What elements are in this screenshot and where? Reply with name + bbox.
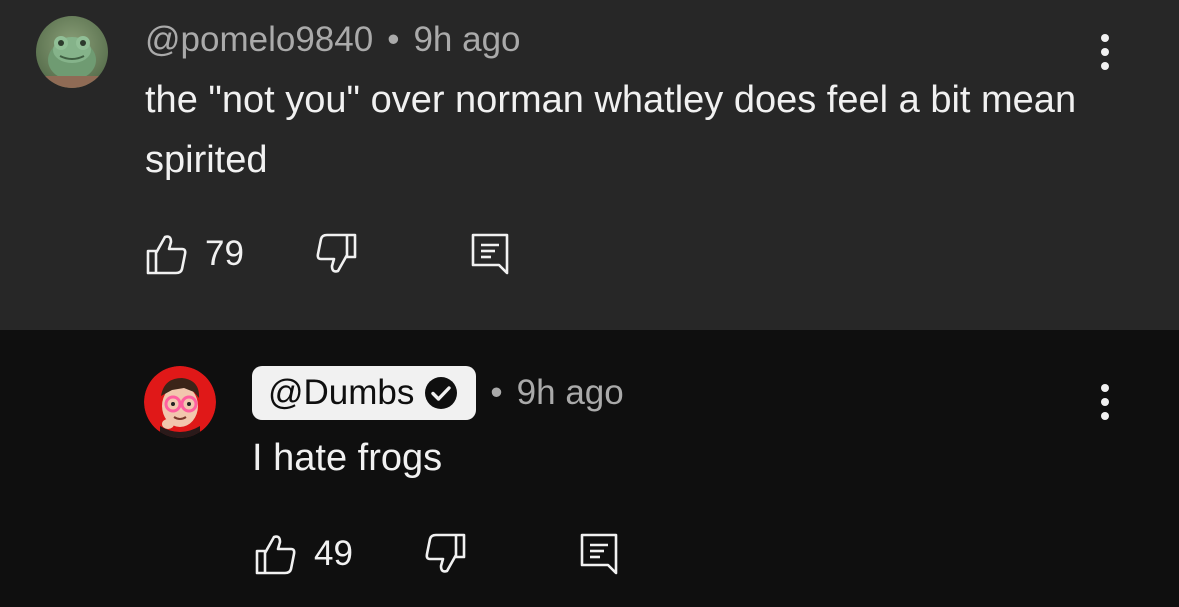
reply-item: @Dumbs • 9h ago I hate frogs 49: [0, 330, 1179, 607]
timestamp[interactable]: 9h ago: [517, 373, 624, 413]
more-vertical-icon: [1101, 34, 1109, 70]
like-button[interactable]: 49: [254, 532, 353, 576]
like-count: 79: [205, 234, 244, 273]
author-handle[interactable]: @pomelo9840: [145, 20, 373, 60]
comments-section: @pomelo9840 • 9h ago the "not you" over …: [0, 0, 1179, 607]
like-button[interactable]: 79: [145, 232, 244, 276]
comment-text: the "not you" over norman whatley does f…: [145, 79, 1077, 181]
dislike-button[interactable]: [244, 232, 358, 276]
cartoon-man-avatar-icon: [144, 366, 216, 438]
comment-text: I hate frogs: [252, 437, 443, 479]
creator-badge[interactable]: @Dumbs: [252, 366, 477, 420]
comment-meta: @Dumbs • 9h ago: [252, 366, 624, 420]
thumbs-down-icon: [316, 233, 357, 273]
verified-check-icon: [424, 376, 458, 410]
dislike-button[interactable]: [353, 532, 467, 576]
comment-item: @pomelo9840 • 9h ago the "not you" over …: [0, 0, 1179, 330]
avatar[interactable]: [36, 16, 108, 88]
meta-separator: •: [490, 373, 503, 412]
meta-separator: •: [387, 20, 400, 59]
author-handle: @Dumbs: [268, 373, 415, 412]
more-vertical-icon: [1101, 384, 1109, 420]
like-count: 49: [314, 534, 353, 573]
comment-actions: 49: [254, 532, 619, 576]
thumbs-up-icon: [255, 535, 296, 575]
more-options-button[interactable]: [1087, 372, 1123, 432]
avatar[interactable]: [144, 366, 216, 438]
reply-comment-icon: [580, 533, 618, 575]
reply-button[interactable]: [467, 532, 619, 576]
reply-button[interactable]: [358, 232, 510, 276]
reply-comment-icon: [471, 233, 509, 275]
timestamp[interactable]: 9h ago: [413, 20, 520, 60]
frog-avatar-icon: [36, 16, 108, 88]
comment-actions: 79: [145, 232, 510, 276]
thumbs-down-icon: [425, 533, 466, 573]
comment-meta: @pomelo9840 • 9h ago: [145, 18, 521, 62]
thumbs-up-icon: [146, 235, 187, 275]
more-options-button[interactable]: [1087, 22, 1123, 82]
